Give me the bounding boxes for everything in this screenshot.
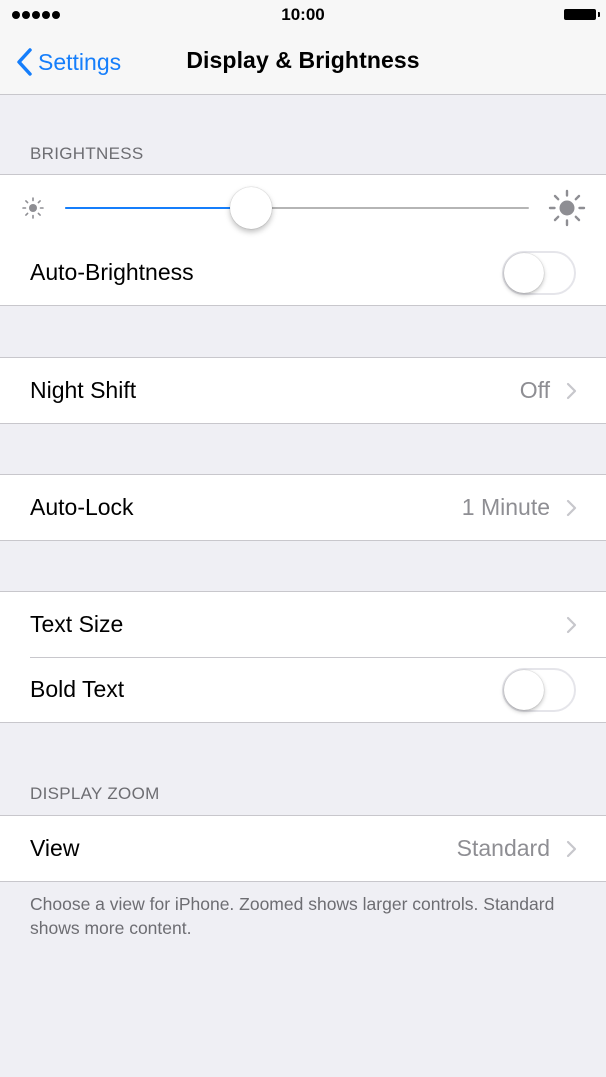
display-zoom-group: View Standard [0, 815, 606, 882]
chevron-right-icon [566, 616, 577, 634]
auto-brightness-label: Auto-Brightness [30, 259, 194, 285]
view-row[interactable]: View Standard [0, 816, 606, 881]
chevron-right-icon [566, 840, 577, 858]
bold-text-toggle[interactable] [502, 668, 576, 712]
brightness-group: Auto-Brightness [0, 174, 606, 306]
navigation-bar: Settings Display & Brightness [0, 30, 606, 95]
auto-brightness-toggle[interactable] [502, 251, 576, 295]
text-size-row[interactable]: Text Size [0, 592, 606, 657]
chevron-right-icon [566, 382, 577, 400]
bold-text-row: Bold Text [0, 657, 606, 722]
toggle-knob [504, 253, 544, 293]
chevron-right-icon [566, 499, 577, 517]
sun-small-icon [22, 197, 44, 219]
auto-lock-value: 1 Minute [461, 494, 550, 520]
auto-lock-row[interactable]: Auto-Lock 1 Minute [0, 475, 606, 540]
auto-lock-label: Auto-Lock [30, 494, 134, 520]
auto-brightness-row: Auto-Brightness [0, 240, 606, 305]
night-shift-row[interactable]: Night Shift Off [0, 358, 606, 423]
brightness-section-header: BRIGHTNESS [30, 144, 144, 163]
battery-icon [564, 9, 600, 20]
brightness-slider-thumb[interactable] [229, 187, 272, 229]
text-size-label: Text Size [30, 611, 124, 637]
brightness-slider[interactable] [65, 187, 529, 229]
text-group: Text Size Bold Text [0, 591, 606, 723]
display-zoom-footer-note: Choose a view for iPhone. Zoomed shows l… [30, 894, 555, 938]
night-shift-label: Night Shift [30, 377, 137, 403]
night-shift-group: Night Shift Off [0, 357, 606, 424]
sun-large-icon [548, 189, 586, 227]
page-title: Display & Brightness [186, 47, 420, 73]
auto-lock-group: Auto-Lock 1 Minute [0, 474, 606, 541]
view-label: View [30, 835, 80, 861]
view-value: Standard [456, 835, 550, 861]
brightness-slider-row [0, 175, 606, 240]
bold-text-label: Bold Text [30, 676, 125, 702]
brightness-slider-fill [65, 207, 251, 209]
toggle-knob [504, 670, 544, 710]
night-shift-value: Off [519, 377, 550, 403]
status-bar: 10:00 [0, 0, 606, 30]
display-zoom-section-header: DISPLAY ZOOM [30, 784, 160, 803]
status-time: 10:00 [281, 5, 325, 24]
